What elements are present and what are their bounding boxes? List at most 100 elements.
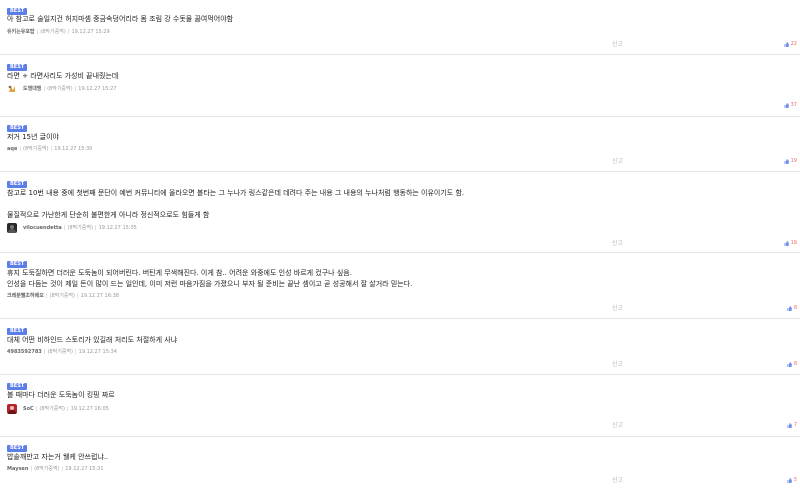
meta-separator: | [76, 293, 79, 299]
author-nickname[interactable]: 도쟁대맹 [23, 85, 41, 93]
comment-item: BEST 참고로 10번 내용 중에 첫번째 문단이 예번 커뮤니티에 올라오면… [0, 172, 800, 253]
report-button[interactable]: 신고 [612, 420, 623, 429]
meta-separator: | [43, 349, 46, 355]
like-count: 8 [793, 305, 797, 311]
thumbs-up-icon [784, 240, 789, 246]
comment-meta: 4983592783 | (8막기중먹) | 19.12.27 15:34 [7, 348, 117, 356]
best-badge: BEST [7, 328, 28, 335]
like-count: 19 [790, 240, 797, 246]
meta-separator: | [94, 225, 97, 231]
like-button[interactable]: 19 [784, 158, 797, 164]
author-level: (8막기중먹) [39, 406, 65, 412]
author-level: (8막기중먹) [47, 86, 73, 92]
comment-item: BEST 휴지 도둑질하면 더러운 도둑놈이 되어버린다. 버틴게 무색해진다.… [0, 253, 800, 319]
author-nickname[interactable]: 유키는유포탑 [7, 28, 35, 36]
author-nickname[interactable]: SoC [23, 405, 34, 413]
author-level: (8막기중먹) [40, 29, 66, 35]
comment-meta: SoC | (8막기중먹) | 19.12.27 16:05 [7, 404, 109, 414]
comment-item: BEST 대체 어떤 비하인드 스토리가 있길래 처리도 처절하게 사냐 498… [0, 319, 800, 375]
comment-timestamp: 19.12.27 15:30 [54, 146, 93, 152]
comment-text: 밥솥깨만고 자는거 웰케 안쓰럽냐.. [7, 453, 109, 461]
comment-timestamp: 19.12.27 16:38 [80, 293, 119, 299]
comment-text: 볼 때마다 더러운 도둑놈이 킹핑 짜르 [7, 391, 115, 399]
meta-separator: | [30, 466, 33, 472]
thumbs-up-icon [784, 158, 789, 164]
meta-separator: | [36, 29, 39, 35]
like-button[interactable]: 37 [784, 102, 797, 108]
like-button[interactable]: 7 [787, 422, 797, 428]
thumbs-up-icon [787, 305, 792, 311]
meta-separator: | [63, 225, 66, 231]
like-button[interactable]: 19 [784, 240, 797, 246]
comment-item: BEST 밥솥깨만고 자는거 웰케 안쓰럽냐.. Maysen | (8막기중먹… [0, 437, 800, 491]
author-nickname[interactable]: vilocuendetta [23, 224, 62, 232]
best-badge: BEST [7, 64, 28, 71]
avatar[interactable] [7, 223, 17, 233]
thumbs-up-icon [784, 41, 789, 47]
meta-separator: | [43, 86, 46, 92]
author-nickname[interactable]: Maysen [7, 465, 28, 473]
author-level: (8막기중먹) [49, 293, 75, 299]
meta-separator: | [67, 29, 70, 35]
comment-meta: 도쟁대맹 | (8막기중먹) | 19.12.27 15:27 [7, 84, 117, 94]
comment-timestamp: 19.12.27 15:35 [98, 225, 137, 231]
report-button[interactable]: 신고 [612, 303, 623, 312]
meta-separator: | [19, 146, 22, 152]
best-badge: BEST [7, 125, 28, 132]
comment-item: BEST 볼 때마다 더러운 도둑놈이 킹핑 짜르 SoC | (8막기중먹) … [0, 375, 800, 437]
report-button[interactable]: 신고 [612, 359, 623, 368]
comment-list: BEST 아 참고로 술일지건 허지마셈 중금속덩어리라 몸 조림 강 수돗물 … [0, 0, 800, 491]
report-button[interactable]: 신고 [612, 238, 623, 247]
meta-separator: | [66, 406, 69, 412]
comment-text: 아 참고로 술일지건 허지마셈 중금속덩어리라 몸 조림 강 수돗물 끓여먹어야… [7, 15, 234, 23]
comment-item: BEST 라면 + 라면사리도 가성비 끝내줬는데 도쟁대맹 | (8막기중먹)… [0, 55, 800, 117]
comment-meta: 유키는유포탑 | (8막기중먹) | 19.12.27 15:29 [7, 28, 110, 36]
thumbs-up-icon [787, 361, 792, 367]
thumbs-up-icon [784, 102, 789, 108]
meta-separator: | [35, 406, 38, 412]
like-button[interactable]: 5 [787, 477, 797, 483]
like-count: 5 [793, 477, 797, 483]
thumbs-up-icon [787, 477, 792, 483]
like-count: 22 [790, 41, 797, 47]
author-nickname[interactable]: aqe [7, 145, 17, 153]
like-button[interactable]: 8 [787, 305, 797, 311]
meta-separator: | [74, 86, 77, 92]
comment-meta: aqe | (8막기중먹) | 19.12.27 15:30 [7, 145, 92, 153]
comment-item: BEST 저거 15년 글이야 aqe | (8막기중먹) | 19.12.27… [0, 117, 800, 172]
like-button[interactable]: 8 [787, 361, 797, 367]
best-badge: BEST [7, 445, 28, 452]
like-button[interactable]: 22 [784, 41, 797, 47]
comment-text: 대체 어떤 비하인드 스토리가 있길래 처리도 처절하게 사냐 [7, 336, 178, 344]
comment-text: 휴지 도둑질하면 더러운 도둑놈이 되어버린다. 버틴게 무색해진다. 이게 참… [7, 269, 413, 288]
avatar[interactable] [7, 84, 17, 94]
comment-meta: vilocuendetta | (8막기중먹) | 19.12.27 15:35 [7, 223, 137, 233]
author-level: (8막기중먹) [47, 349, 73, 355]
like-count: 8 [793, 361, 797, 367]
comment-timestamp: 19.12.27 15:34 [78, 349, 117, 355]
comment-item: BEST 아 참고로 술일지건 허지마셈 중금속덩어리라 몸 조림 강 수돗물 … [0, 0, 800, 55]
comment-text: 참고로 10번 내용 중에 첫번째 문단이 예번 커뮤니티에 올라오면 볼타는 … [7, 189, 465, 219]
like-count: 7 [793, 422, 797, 428]
report-button[interactable]: 신고 [612, 39, 623, 48]
best-badge: BEST [7, 383, 28, 390]
author-level: (8막기중먹) [67, 225, 93, 231]
report-button[interactable]: 신고 [612, 475, 623, 484]
best-badge: BEST [7, 181, 28, 188]
meta-separator: | [74, 349, 77, 355]
comment-meta: Maysen | (8막기중먹) | 19.12.27 15:31 [7, 465, 104, 473]
author-nickname[interactable]: 4983592783 [7, 348, 42, 356]
meta-separator: | [45, 293, 48, 299]
avatar[interactable] [7, 404, 17, 414]
author-nickname[interactable]: 크레분쨀조하배오 [7, 292, 44, 300]
like-count: 37 [790, 102, 797, 108]
report-button[interactable]: 신고 [612, 156, 623, 165]
thumbs-up-icon [787, 422, 792, 428]
comment-timestamp: 19.12.27 16:05 [70, 406, 109, 412]
author-level: (8막기중먹) [23, 146, 49, 152]
comment-timestamp: 19.12.27 15:27 [78, 86, 117, 92]
comment-meta: 크레분쨀조하배오 | (8막기중먹) | 19.12.27 16:38 [7, 292, 119, 300]
author-level: (8막기중먹) [34, 466, 60, 472]
best-badge: BEST [7, 261, 28, 268]
meta-separator: | [50, 146, 53, 152]
